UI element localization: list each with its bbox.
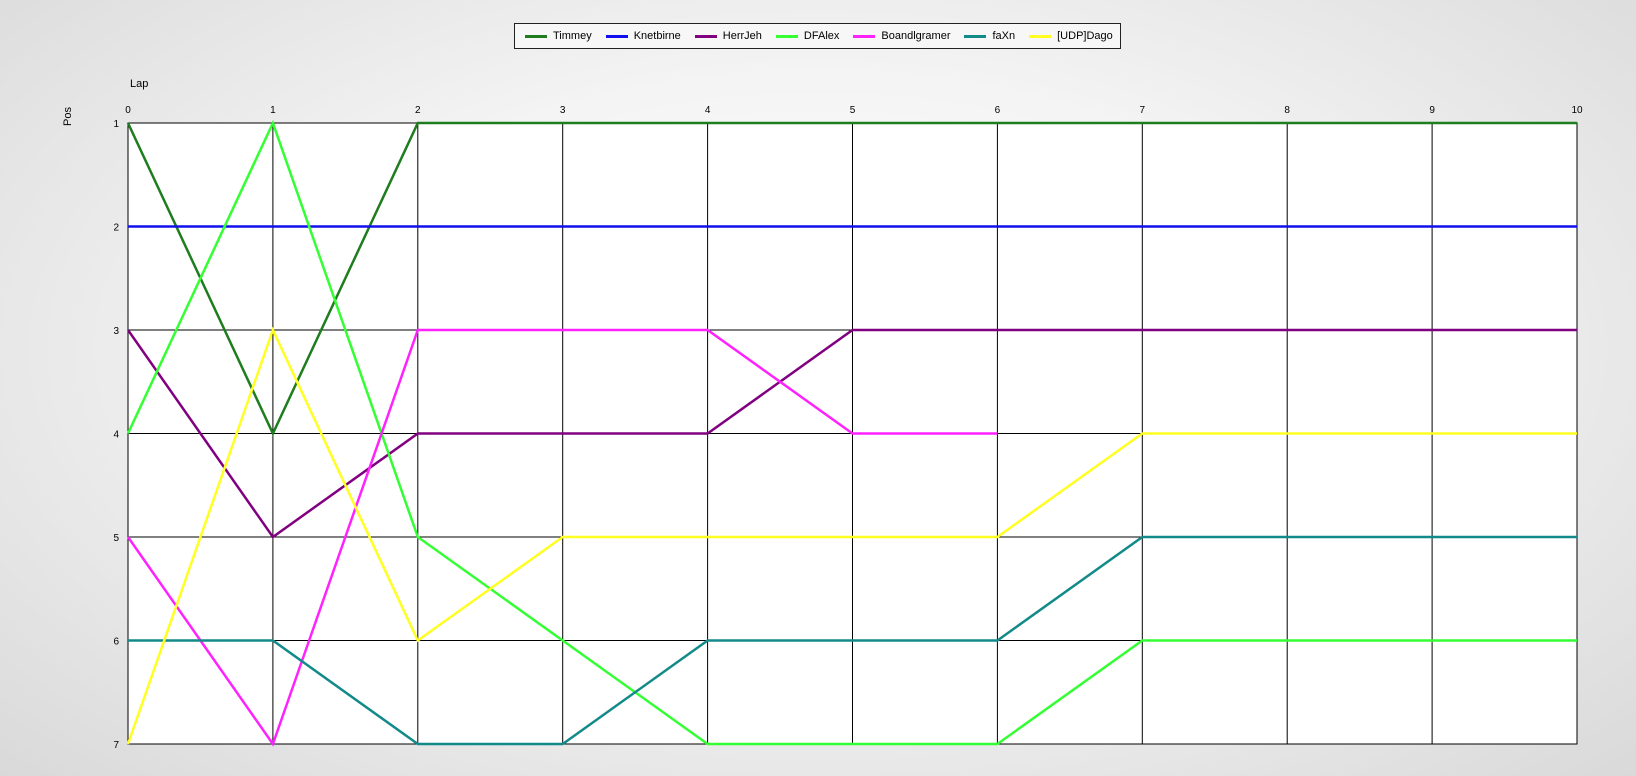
x-tick-label: 10: [1571, 105, 1583, 116]
y-tick-label: 3: [113, 326, 119, 337]
y-tick-label: 5: [113, 533, 119, 544]
y-tick-label: 7: [113, 740, 119, 751]
x-tick-label: 6: [995, 105, 1001, 116]
x-tick-label: 5: [850, 105, 856, 116]
x-tick-label: 3: [560, 105, 566, 116]
y-tick-label: 2: [113, 223, 119, 234]
y-tick-label: 1: [113, 119, 119, 130]
x-tick-label: 4: [705, 105, 711, 116]
plot-area: 0 1 2 3 4 5 6 7 8 9 101234567: [113, 105, 1583, 751]
x-tick-label: 8: [1284, 105, 1290, 116]
y-tick-label: 4: [113, 430, 119, 441]
x-tick-label: 2: [415, 105, 421, 116]
y-tick-label: 6: [113, 637, 119, 648]
x-tick-label: 0: [125, 105, 131, 116]
x-tick-label: 7: [1140, 105, 1146, 116]
x-tick-label: 1: [270, 105, 276, 116]
race-position-chart: Timmey Knetbirne HerrJeh DFAlex Boandlgramer…: [0, 0, 1636, 776]
x-tick-label: 9: [1429, 105, 1435, 116]
